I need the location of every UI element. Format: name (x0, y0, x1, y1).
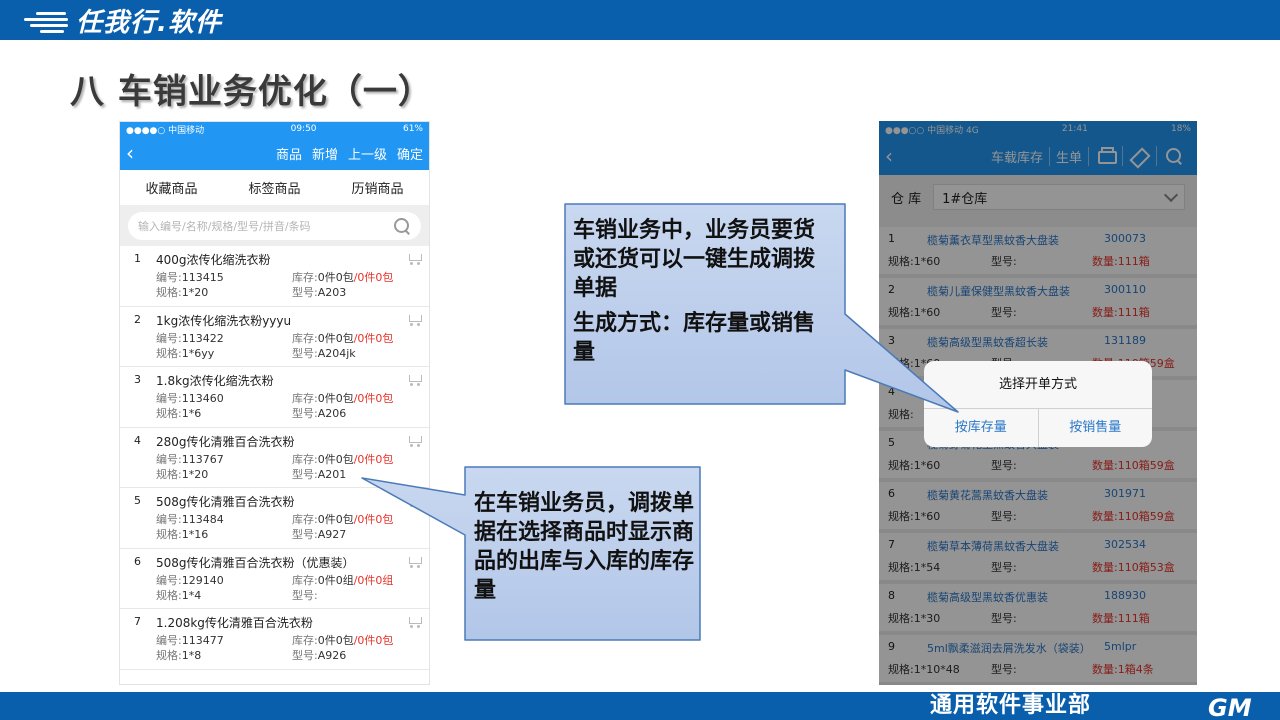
item-code: 编号:113415 (156, 271, 224, 284)
dialog-buttons: 按库存量 按销售量 (924, 409, 1152, 447)
item-index: 4 (134, 433, 141, 447)
right-phone-screen: ●●●○○ 中国移动 4G 21:41 18% ‹ 车载库存 生单 仓 库 1#… (879, 121, 1197, 685)
callout-top-line2: 生成方式：库存量或销售量 (573, 311, 816, 365)
add-to-cart-icon[interactable] (407, 494, 425, 508)
item-name: 1.208kg传化清雅百合洗衣粉 (156, 616, 313, 630)
product-tabs: 收藏商品 标签商品 历销商品 (120, 170, 429, 206)
dialog-title: 选择开单方式 (924, 361, 1152, 409)
item-model: 型号:A203 (292, 286, 347, 299)
battery: 61% (402, 124, 423, 134)
tab-history[interactable]: 历销商品 (351, 178, 403, 197)
add-to-cart-icon[interactable] (407, 252, 425, 266)
status-bar: ●●●●○ 中国移动 09:50 61% (120, 122, 429, 136)
list-item[interactable]: 2 1kg浓传化缩洗衣粉yyyu 编号:113422 规格:1*6yy 库存:0… (120, 307, 429, 367)
item-spec: 规格:1*6yy (156, 346, 215, 360)
footer-bar: 通用软件事业部 GM (0, 692, 1280, 720)
callout-bottom: 在车销业务员，调拨单据在选择商品时显示商品的出库与入库的库存量 (474, 491, 695, 603)
callout-top-line1: 车销业务中，业务员要货或还货可以一键生成调拨单据 (573, 218, 816, 301)
item-code: 编号:113767 (156, 452, 224, 466)
item-stock: 库存:0件0组/0件0组 (292, 573, 394, 587)
item-index: 1 (134, 252, 141, 265)
item-spec: 规格:1*20 (156, 467, 209, 481)
list-item[interactable]: 1 400g浓传化缩洗衣粉 编号:113415 规格:1*20 库存:0件0包/… (120, 246, 429, 307)
item-code: 编号:129140 (156, 573, 224, 587)
add-to-cart-icon[interactable] (407, 373, 425, 387)
item-stock: 库存:0件0包/0件0包 (292, 634, 394, 647)
nav-confirm-button[interactable]: 确定 (397, 144, 423, 163)
item-code: 编号:113422 (156, 331, 224, 345)
brand-name: 任我行.软件 (76, 7, 222, 38)
item-name: 400g浓传化缩洗衣粉 (156, 253, 271, 267)
search-box (128, 212, 421, 240)
item-stock: 库存:0件0包/0件0包 (292, 271, 394, 284)
item-stock: 库存:0件0包/0件0包 (292, 331, 394, 345)
left-phone-screen: ●●●●○ 中国移动 09:50 61% ‹ 商品 新增 上一级 确定 收藏商品… (119, 121, 430, 685)
clock: 09:50 (290, 124, 317, 134)
slide: 任我行.软件 八 车销业务优化（一） ●●●●○ 中国移动 09:50 61% … (0, 0, 1280, 720)
brand-logo-icon (14, 8, 70, 33)
callout-top: 车销业务中，业务员要货或还货可以一键生成调拨单据 生成方式：库存量或销售量 (573, 216, 835, 367)
nav-bar: ‹ 商品 新增 上一级 确定 (120, 136, 429, 170)
item-index: 2 (134, 312, 141, 326)
product-list: 1 400g浓传化缩洗衣粉 编号:113415 规格:1*20 库存:0件0包/… (120, 246, 429, 670)
add-to-cart-icon[interactable] (407, 313, 425, 327)
item-name: 1.8kg浓传化缩洗衣粉 (156, 374, 274, 388)
gm-logo: GM (1208, 694, 1252, 720)
item-name: 280g传化清雅百合洗衣粉 (156, 434, 295, 449)
item-spec: 规格:1*20 (156, 286, 209, 299)
nav-goods-button[interactable]: 商品 (276, 144, 302, 163)
add-to-cart-icon[interactable] (407, 615, 425, 629)
item-name: 508g传化清雅百合洗衣粉（优惠装） (156, 555, 355, 570)
tab-favorites[interactable]: 收藏商品 (145, 178, 197, 197)
by-stock-button[interactable]: 按库存量 (924, 409, 1038, 447)
list-item[interactable]: 6 508g传化清雅百合洗衣粉（优惠装） 编号:129140 规格:1*4 库存… (120, 549, 429, 609)
add-to-cart-icon[interactable] (407, 434, 425, 448)
by-sales-button[interactable]: 按销售量 (1037, 409, 1153, 447)
item-model: 型号:A926 (292, 649, 347, 662)
item-model: 型号:A201 (292, 467, 347, 481)
item-stock: 库存:0件0包/0件0包 (292, 392, 394, 405)
item-index: 7 (134, 615, 141, 628)
item-model: 型号:A206 (292, 407, 347, 420)
search-area (120, 206, 429, 246)
item-stock: 库存:0件0包/0件0包 (292, 452, 394, 466)
list-item[interactable]: 4 280g传化清雅百合洗衣粉 编号:113767 规格:1*20 库存:0件0… (120, 428, 429, 488)
page-title: 八 车销业务优化（一） (70, 72, 433, 112)
item-code: 编号:113484 (156, 513, 224, 526)
item-spec: 规格:1*16 (156, 528, 209, 541)
tab-tagged[interactable]: 标签商品 (248, 178, 300, 197)
item-name: 508g传化清雅百合洗衣粉 (156, 495, 295, 509)
item-code: 编号:113477 (156, 634, 224, 647)
nav-up-level-button[interactable]: 上一级 (348, 144, 387, 163)
item-index: 5 (134, 494, 141, 507)
item-spec: 规格:1*8 (156, 649, 202, 662)
item-spec: 规格:1*4 (156, 588, 202, 602)
item-model: 型号: (292, 588, 318, 602)
item-index: 3 (134, 373, 141, 386)
list-item[interactable]: 5 508g传化清雅百合洗衣粉 编号:113484 规格:1*16 库存:0件0… (120, 488, 429, 549)
item-model: 型号:A204jk (292, 346, 356, 360)
brand: 任我行.软件 (14, 4, 222, 38)
add-to-cart-icon[interactable] (407, 555, 425, 569)
list-item[interactable]: 7 1.208kg传化清雅百合洗衣粉 编号:113477 规格:1*8 库存:0… (120, 609, 429, 670)
header-bar: 任我行.软件 (0, 0, 1280, 40)
list-item[interactable]: 3 1.8kg浓传化缩洗衣粉 编号:113460 规格:1*6 库存:0件0包/… (120, 367, 429, 428)
item-code: 编号:113460 (156, 392, 224, 405)
search-input[interactable] (138, 219, 393, 233)
item-index: 6 (134, 554, 141, 568)
item-name: 1kg浓传化缩洗衣粉yyyu (156, 313, 292, 328)
item-spec: 规格:1*6 (156, 407, 202, 420)
item-model: 型号:A927 (292, 528, 347, 541)
carrier: ●●●●○ 中国移动 (126, 125, 205, 136)
item-stock: 库存:0件0包/0件0包 (292, 513, 394, 526)
order-method-dialog: 选择开单方式 按库存量 按销售量 (924, 361, 1152, 447)
back-icon[interactable]: ‹ (126, 141, 146, 165)
search-icon[interactable] (393, 217, 411, 235)
department-name: 通用软件事业部 (930, 693, 1092, 718)
nav-add-button[interactable]: 新增 (312, 144, 338, 163)
